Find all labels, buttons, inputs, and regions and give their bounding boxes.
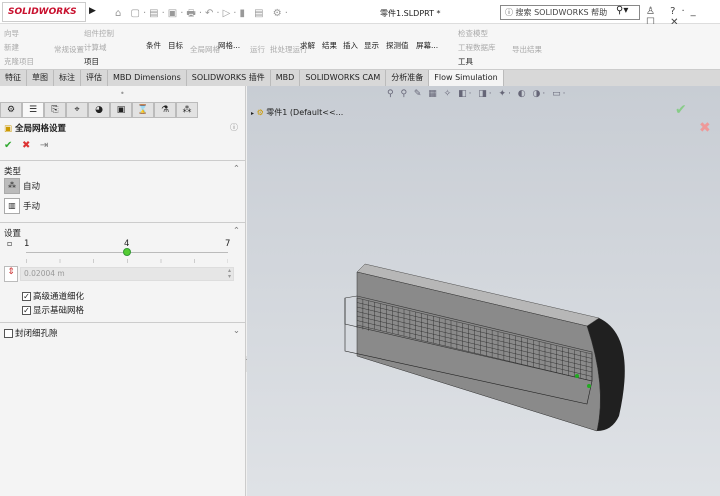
adv-channel-label: 高级通道细化 bbox=[33, 292, 85, 302]
ribbon-tools[interactable]: 工具 bbox=[458, 56, 473, 67]
tab-mbd[interactable]: MBD bbox=[271, 70, 301, 86]
ribbon-display[interactable]: 显示 bbox=[364, 40, 379, 51]
ribbon-insert[interactable]: 插入 bbox=[343, 40, 358, 51]
mesh-tab-icon[interactable]: ⁂ bbox=[176, 102, 198, 118]
ribbon-screen[interactable]: 屏幕... bbox=[416, 40, 438, 51]
chevron-down-icon[interactable]: ⌄ bbox=[233, 326, 240, 336]
ribbon-export-results[interactable]: 导出结果 bbox=[512, 44, 542, 55]
display-tab-icon[interactable]: ◕ bbox=[88, 102, 110, 118]
ribbon-solve[interactable]: 求解 bbox=[300, 40, 315, 51]
ribbon-domain[interactable]: 计算域 bbox=[84, 42, 107, 53]
ribbon-new[interactable]: 新建 bbox=[4, 42, 19, 53]
ribbon-wizard[interactable]: 向导 bbox=[4, 28, 19, 39]
tab-flow-simulation[interactable]: Flow Simulation bbox=[429, 70, 504, 86]
ribbon-run[interactable]: 运行 bbox=[250, 44, 265, 55]
menu-expand-icon[interactable]: ▶ bbox=[89, 6, 96, 16]
close-gaps-checkbox[interactable] bbox=[4, 329, 13, 338]
chevron-up-icon[interactable]: ⌃ bbox=[233, 164, 240, 174]
level-icon: ▫ bbox=[7, 239, 13, 248]
mesh-icon: ▣ bbox=[4, 124, 13, 134]
tab-cam[interactable]: SOLIDWORKS CAM bbox=[300, 70, 387, 86]
tab-sketch[interactable]: 草图 bbox=[27, 70, 54, 86]
panel-actions: ✔ ✖ ⇥ bbox=[4, 140, 48, 151]
ok-icon[interactable]: ✔ bbox=[4, 140, 12, 151]
min-gap-input[interactable]: 0.02004 m ▴ ▾ bbox=[20, 267, 234, 281]
tab-evaluate[interactable]: 评估 bbox=[81, 70, 108, 86]
dimxpert-tab-icon[interactable]: ⌖ bbox=[66, 102, 88, 118]
ribbon-conditions[interactable]: 条件 bbox=[146, 40, 161, 51]
help-icon[interactable]: ⓘ bbox=[230, 122, 238, 133]
tab-mbd-dimensions[interactable]: MBD Dimensions bbox=[108, 70, 187, 86]
settings-label: 设置 bbox=[4, 229, 22, 239]
slider-min: 1 bbox=[24, 239, 30, 249]
cancel-icon[interactable]: ✖ bbox=[22, 140, 30, 151]
manual-label: 手动 bbox=[23, 202, 41, 212]
title-bar: SOLIDWORKS ▶ ⌂ ▢·▤·▣·🖶·↶·▷·▮ ▤ ⚙· 零件1.SL… bbox=[0, 0, 720, 28]
help-icon: ⓘ bbox=[505, 8, 516, 17]
mesh-marker bbox=[587, 384, 591, 388]
ribbon-general-settings[interactable]: 常规设置 bbox=[54, 44, 84, 55]
adv-channel-checkbox[interactable]: ✓ 高级通道细化 bbox=[22, 290, 84, 302]
auto-option[interactable]: ⁂ 自动 bbox=[4, 178, 40, 194]
ribbon-mesh[interactable]: 网格... bbox=[218, 40, 240, 51]
property-manager-tab-icon[interactable]: ☰ bbox=[22, 102, 44, 118]
min-gap-value: 0.02004 m bbox=[24, 269, 65, 278]
ribbon-check-model[interactable]: 检查模型 bbox=[458, 28, 488, 39]
tab-features[interactable]: 特征 bbox=[0, 70, 27, 86]
close-gaps-label: 封闭细孔隙 bbox=[15, 329, 58, 339]
ribbon-engineering-db[interactable]: 工程数据库 bbox=[458, 42, 496, 53]
mesh-marker bbox=[575, 374, 579, 378]
spinner-icon[interactable]: ▴ ▾ bbox=[228, 268, 231, 280]
property-manager: • ⚙ ☰ ⎘ ⌖ ◕ ▣ ⌛ ⚗ ⁂ ▣ 全局网格设置 ⓘ ✔ ✖ ⇥ 类型 ⌃… bbox=[0, 86, 251, 496]
slider-ticks bbox=[26, 259, 228, 263]
ribbon-component-control[interactable]: 组件控制 bbox=[84, 28, 114, 39]
pin-icon[interactable]: ⇥ bbox=[40, 140, 48, 151]
checkbox-checked-icon: ✓ bbox=[22, 306, 31, 315]
search-icon[interactable]: ⚲▾ bbox=[616, 5, 628, 16]
manager-tabs: ⚙ ☰ ⎘ ⌖ ◕ ▣ ⌛ ⚗ ⁂ bbox=[0, 102, 198, 118]
ribbon-goals[interactable]: 目标 bbox=[168, 40, 183, 51]
manual-icon: ▥ bbox=[4, 198, 20, 214]
checkbox-checked-icon: ✓ bbox=[22, 292, 31, 301]
type-label: 类型 bbox=[4, 167, 22, 177]
ribbon-results[interactable]: 结果 bbox=[322, 40, 337, 51]
close-gaps-section: 封闭细孔隙 ⌄ bbox=[0, 322, 246, 342]
command-manager: 向导 新建 克隆项目 常规设置 组件控制 计算域 项目 条件 目标 全局网格 网… bbox=[0, 24, 720, 70]
ribbon-project[interactable]: 项目 bbox=[84, 56, 99, 67]
auto-icon: ⁂ bbox=[4, 178, 20, 194]
graphics-area[interactable]: ⚲ ⚲ ✎ ▦ ✧ ◧· ◨· ✦· ◐ ◑· ▭· ▸ ⚙ 零件1 (Defa… bbox=[247, 86, 720, 496]
model-view bbox=[344, 263, 625, 432]
quick-access-toolbar[interactable]: ⌂ ▢·▤·▣·🖶·↶·▷·▮ ▤ ⚙· bbox=[115, 6, 291, 23]
panel-grip[interactable]: • bbox=[120, 89, 125, 98]
tab-analysis-prep[interactable]: 分析准备 bbox=[386, 70, 430, 86]
command-tabs: 特征 草图 标注 评估 MBD Dimensions SOLIDWORKS 插件… bbox=[0, 70, 720, 151]
show-basic-mesh-label: 显示基础网格 bbox=[33, 306, 85, 316]
slider-thumb[interactable] bbox=[123, 248, 131, 256]
slider-max: 7 bbox=[225, 239, 231, 249]
analysis-tab-icon[interactable]: ⌛ bbox=[132, 102, 154, 118]
solidworks-logo[interactable]: SOLIDWORKS bbox=[2, 2, 86, 22]
show-basic-mesh-checkbox[interactable]: ✓ 显示基础网格 bbox=[22, 304, 84, 316]
manual-option[interactable]: ▥ 手动 bbox=[4, 198, 40, 214]
cam-tab-icon[interactable]: ▣ bbox=[110, 102, 132, 118]
ribbon-global-mesh[interactable]: 全局网格 bbox=[190, 44, 220, 55]
min-gap-icon: ⇕ bbox=[4, 266, 18, 282]
feature-tree-tab-icon[interactable]: ⚙ bbox=[0, 102, 22, 118]
auto-label: 自动 bbox=[23, 182, 41, 192]
config-tab-icon[interactable]: ⎘ bbox=[44, 102, 66, 118]
ribbon-clone[interactable]: 克隆项目 bbox=[4, 56, 34, 67]
ribbon-probe[interactable]: 探测值 bbox=[386, 40, 409, 51]
tab-markup[interactable]: 标注 bbox=[54, 70, 81, 86]
panel-title-text: 全局网格设置 bbox=[15, 124, 67, 134]
search-placeholder: 搜索 SOLIDWORKS 帮助 bbox=[515, 8, 608, 17]
tab-addins[interactable]: SOLIDWORKS 插件 bbox=[187, 70, 271, 86]
flow-tab-icon[interactable]: ⚗ bbox=[154, 102, 176, 118]
document-title: 零件1.SLDPRT * bbox=[380, 9, 441, 18]
chevron-up-icon[interactable]: ⌃ bbox=[233, 226, 240, 236]
panel-title: ▣ 全局网格设置 bbox=[4, 122, 66, 134]
